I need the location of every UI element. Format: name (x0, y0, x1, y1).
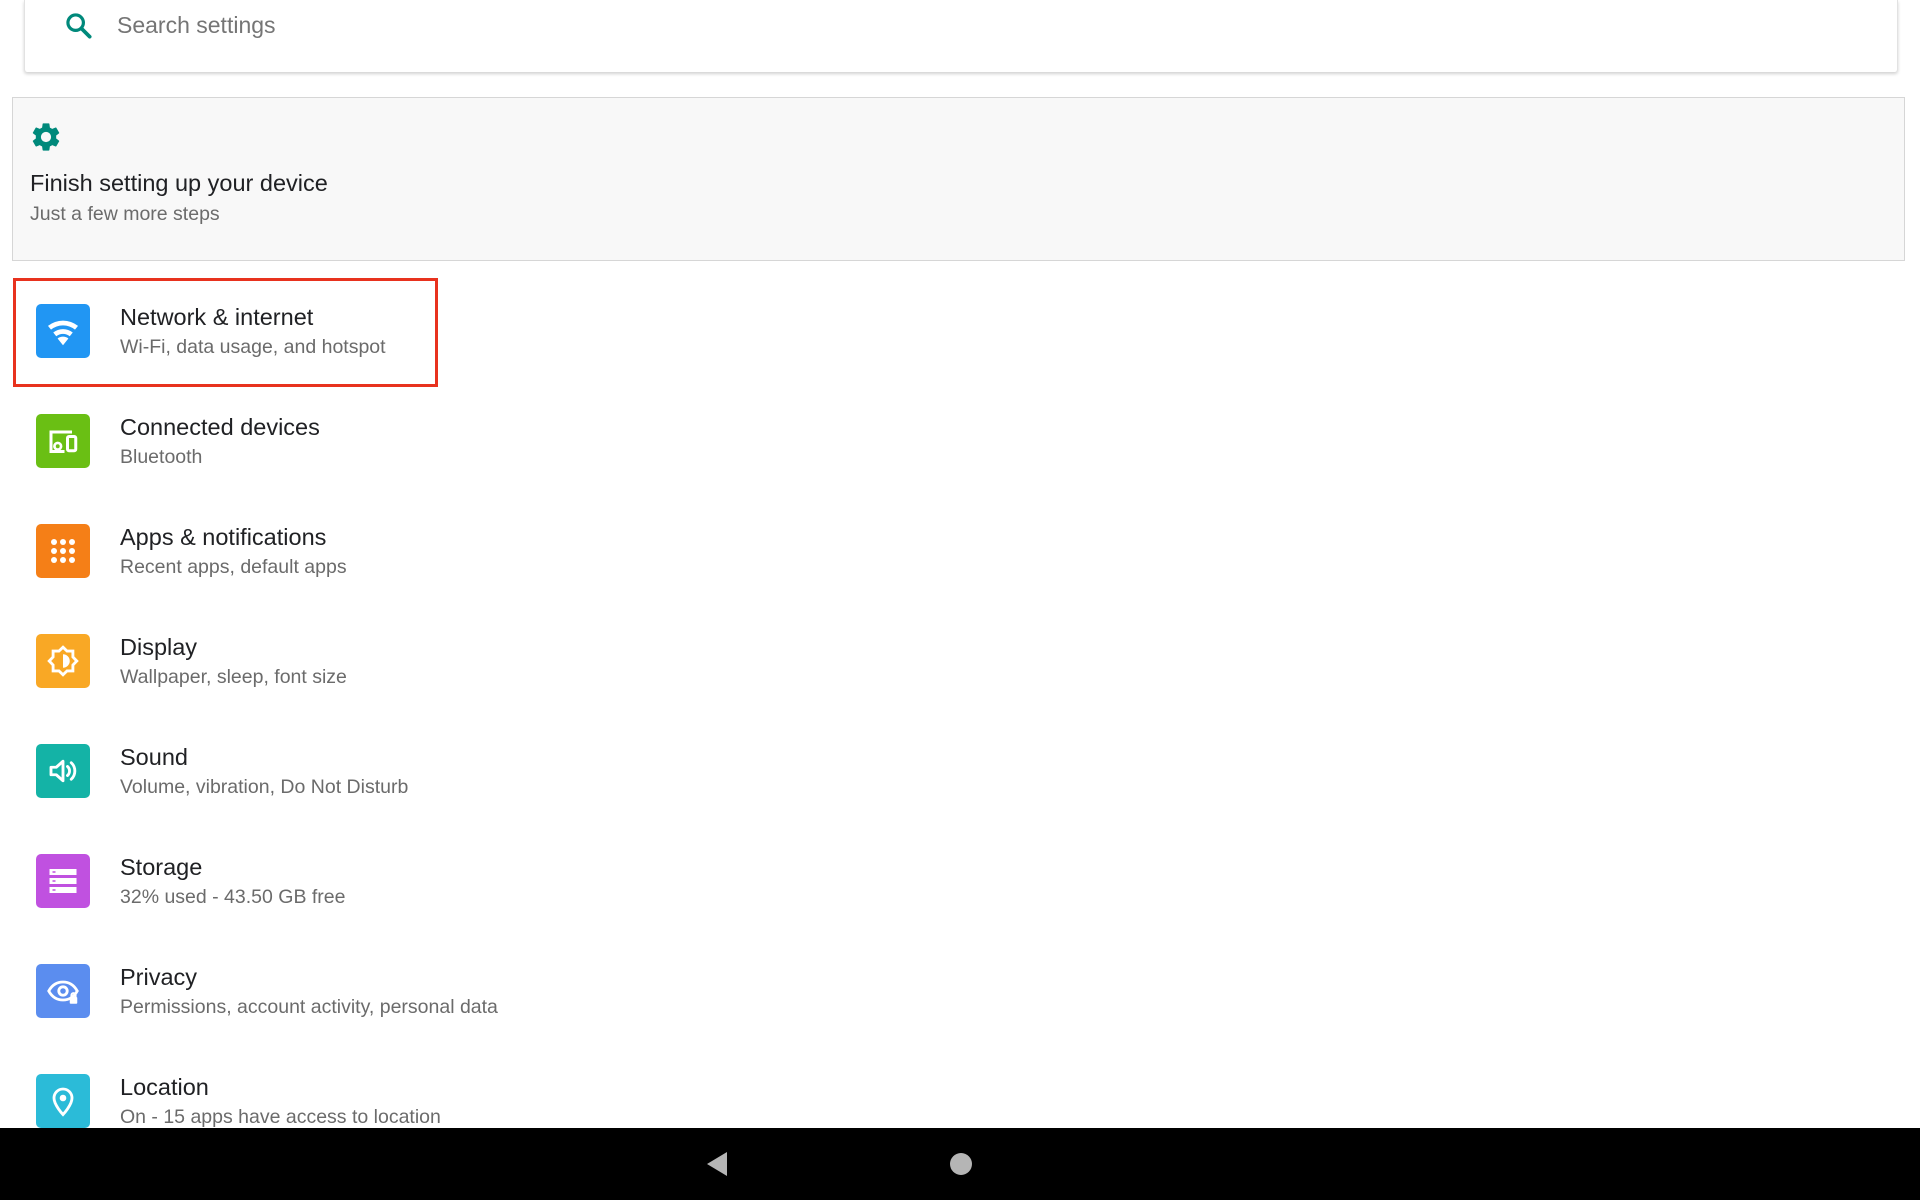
settings-item-title: Location (120, 1074, 209, 1100)
back-triangle-icon[interactable] (705, 1150, 729, 1178)
settings-item-title: Connected devices (120, 414, 320, 440)
brightness-icon (47, 645, 79, 677)
wifi-icon (48, 320, 78, 346)
suggestion-title: Finish setting up your device (30, 170, 328, 196)
settings-item-title: Sound (120, 744, 188, 770)
privacy-eye-icon (47, 980, 79, 1004)
network-icon-tile (36, 304, 90, 358)
settings-item-title: Apps & notifications (120, 524, 327, 550)
settings-item-subtitle: On - 15 apps have access to location (120, 1106, 441, 1128)
search-icon (66, 13, 92, 39)
gear-icon (32, 123, 60, 151)
connected-devices-icon-tile (36, 414, 90, 468)
devices-icon (49, 430, 78, 453)
apps-grid-icon (51, 539, 75, 563)
settings-item-storage[interactable]: Storage 32% used - 43.50 GB free (0, 830, 1920, 940)
privacy-icon-tile (36, 964, 90, 1018)
settings-item-subtitle: Volume, vibration, Do Not Disturb (120, 776, 409, 798)
settings-item-connected-devices[interactable]: Connected devices Bluetooth (0, 390, 1920, 500)
setup-suggestion-card[interactable]: Finish setting up your device Just a few… (12, 97, 1905, 261)
location-icon-tile (36, 1074, 90, 1128)
settings-item-title: Storage (120, 854, 203, 880)
search-placeholder: Search settings (117, 12, 276, 38)
settings-screen: Search settings Finish setting up your d… (0, 0, 1920, 1200)
settings-item-subtitle: 32% used - 43.50 GB free (120, 886, 346, 908)
settings-item-display[interactable]: Display Wallpaper, sleep, font size (0, 610, 1920, 720)
location-pin-icon (52, 1087, 74, 1117)
sound-icon-tile (36, 744, 90, 798)
settings-item-title: Display (120, 634, 198, 660)
settings-item-apps[interactable]: Apps & notifications Recent apps, defaul… (0, 500, 1920, 610)
storage-icon-tile (36, 854, 90, 908)
settings-item-title: Privacy (120, 964, 198, 990)
settings-item-title: Network & internet (120, 304, 314, 330)
apps-icon-tile (36, 524, 90, 578)
storage-icon (49, 869, 77, 893)
settings-item-network[interactable]: Network & internet Wi-Fi, data usage, an… (0, 280, 1920, 390)
home-circle-icon[interactable] (950, 1153, 972, 1175)
settings-item-subtitle: Recent apps, default apps (120, 556, 347, 578)
settings-item-subtitle: Wi-Fi, data usage, and hotspot (120, 336, 386, 358)
settings-item-subtitle: Wallpaper, sleep, font size (120, 666, 347, 688)
settings-item-subtitle: Bluetooth (120, 446, 203, 468)
settings-item-privacy[interactable]: Privacy Permissions, account activity, p… (0, 940, 1920, 1050)
settings-item-sound[interactable]: Sound Volume, vibration, Do Not Disturb (0, 720, 1920, 830)
settings-list: Network & internet Wi-Fi, data usage, an… (0, 280, 1920, 1160)
display-icon-tile (36, 634, 90, 688)
suggestion-subtitle: Just a few more steps (30, 203, 220, 225)
search-bar[interactable]: Search settings (24, 0, 1898, 72)
navigation-bar (0, 1128, 1920, 1200)
volume-icon (49, 759, 77, 783)
settings-item-subtitle: Permissions, account activity, personal … (120, 996, 498, 1018)
